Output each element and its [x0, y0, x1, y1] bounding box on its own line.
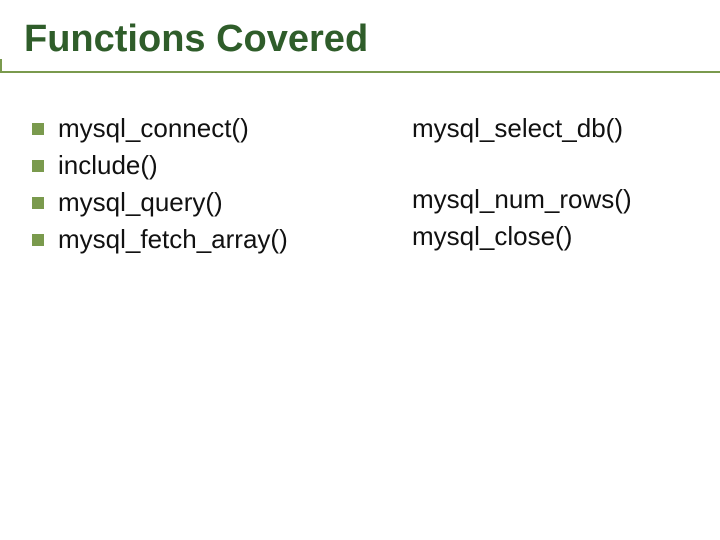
list-item-text: include()	[58, 150, 158, 181]
title-rule-tick	[0, 59, 2, 71]
list-item: mysql_connect()	[32, 113, 362, 144]
bullet-spacer	[386, 194, 398, 206]
list-item-text: mysql_query()	[58, 187, 223, 218]
list-item-text: mysql_close()	[412, 221, 572, 252]
list-item: mysql_fetch_array()	[32, 224, 362, 255]
bullet-list-right: mysql_select_db() mysql_num_rows() mysql…	[386, 113, 686, 261]
list-item: mysql_num_rows()	[386, 184, 686, 215]
list-item-text: mysql_connect()	[58, 113, 249, 144]
slide-title: Functions Covered	[24, 18, 700, 61]
slide-body: mysql_connect() include() mysql_query() …	[24, 113, 700, 261]
bullet-spacer	[386, 123, 398, 135]
square-bullet-icon	[32, 123, 44, 135]
list-item-text: mysql_fetch_array()	[58, 224, 288, 255]
list-item-text: mysql_num_rows()	[412, 184, 632, 215]
blank-row	[386, 150, 686, 184]
square-bullet-icon	[32, 197, 44, 209]
list-item: include()	[32, 150, 362, 181]
title-rule	[24, 67, 700, 77]
square-bullet-icon	[32, 234, 44, 246]
square-bullet-icon	[32, 160, 44, 172]
list-item: mysql_close()	[386, 221, 686, 252]
list-item-text: mysql_select_db()	[412, 113, 623, 144]
title-rule-line	[0, 71, 720, 73]
slide: Functions Covered mysql_connect() includ…	[0, 0, 720, 540]
bullet-spacer	[386, 231, 398, 243]
list-item: mysql_select_db()	[386, 113, 686, 144]
bullet-list-left: mysql_connect() include() mysql_query() …	[32, 113, 362, 261]
list-item: mysql_query()	[32, 187, 362, 218]
